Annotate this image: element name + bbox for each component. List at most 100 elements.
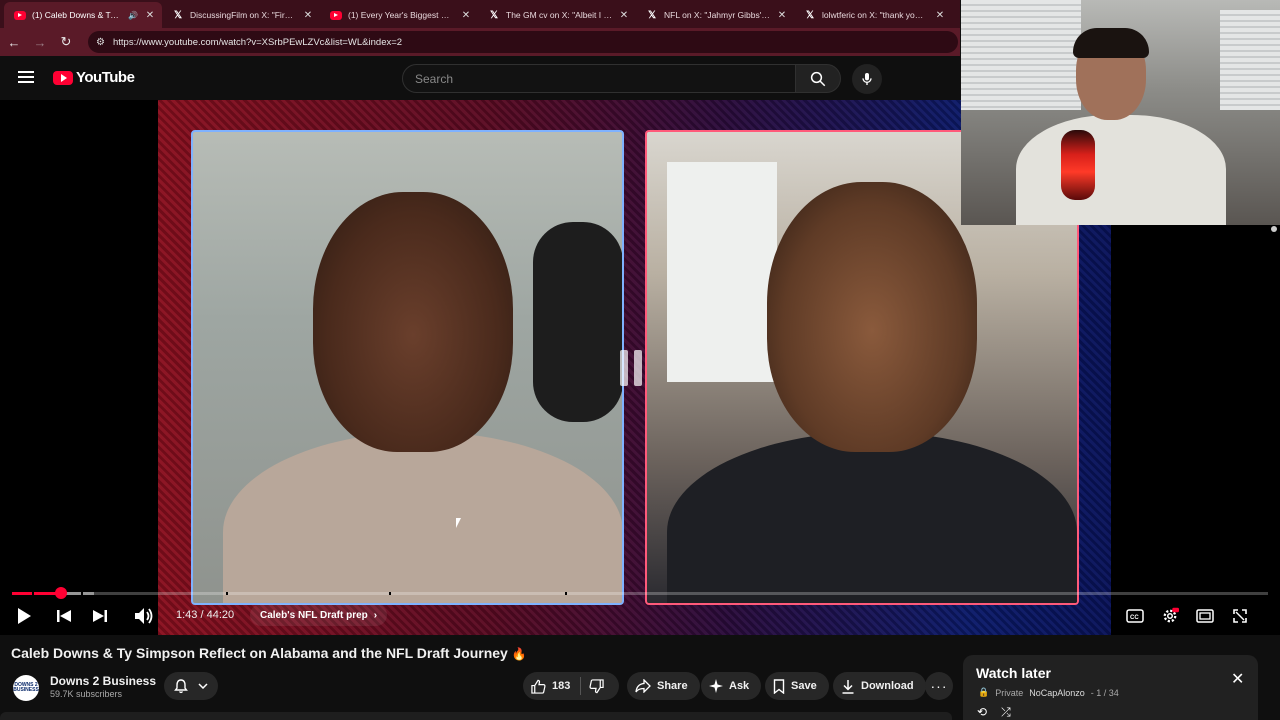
volume-icon	[135, 608, 153, 624]
scrubber-handle[interactable]	[54, 587, 67, 599]
playlist-position: - 1 / 34	[1090, 687, 1119, 698]
close-icon[interactable]: ✕	[618, 10, 630, 21]
voice-search-button[interactable]	[852, 64, 882, 94]
background-window	[667, 162, 777, 382]
share-label: Share	[657, 680, 688, 692]
video-title: Caleb Downs & Ty Simpson Reflect on Alab…	[11, 645, 527, 661]
search-button[interactable]	[795, 64, 841, 93]
save-label: Save	[791, 680, 817, 692]
next-icon	[93, 610, 107, 622]
site-info-icon[interactable]: ⚙	[96, 37, 105, 48]
playlist-controls: ⟲ ⤮	[977, 705, 1011, 720]
channel-name[interactable]: Downs 2 Business	[50, 674, 156, 688]
search-input[interactable]	[415, 71, 795, 86]
browser-tab-6[interactable]: 𝕏 lolwtferic on X: "thank you ever ✕	[794, 2, 952, 28]
logo-text: YouTube	[76, 69, 135, 86]
download-icon	[842, 679, 854, 694]
close-icon[interactable]: ✕	[776, 10, 788, 21]
video-panel-left	[191, 130, 624, 605]
forward-arrow-icon[interactable]: →	[32, 34, 48, 50]
youtube-icon	[14, 10, 26, 20]
loop-icon[interactable]: ⟲	[977, 705, 987, 720]
fullscreen-button[interactable]	[1228, 604, 1252, 628]
close-icon[interactable]: ✕	[302, 10, 314, 21]
description-box-edge	[0, 712, 952, 720]
search-box[interactable]	[402, 64, 796, 93]
address-bar-row: ← → ↻ ⚙ https://www.youtube.com/watch?v=…	[0, 28, 960, 56]
settings-button[interactable]	[1158, 604, 1182, 628]
avatar[interactable]: DOWNS 2 BUSINESS	[13, 675, 39, 701]
chapter-marker	[564, 592, 567, 595]
played-bar	[12, 592, 61, 595]
webcam-overlay	[961, 0, 1280, 225]
chapter-marker	[225, 592, 228, 595]
youtube-icon	[330, 10, 342, 20]
browser-tab-4[interactable]: 𝕏 The GM cv on X: "Albeit I don't ✕	[478, 2, 636, 28]
thumbs-up-icon	[531, 679, 546, 694]
chapter-label: Caleb's NFL Draft prep	[260, 609, 368, 621]
tab-title: NFL on X: "Jahmyr Gibbs' new t	[664, 10, 770, 20]
dislike-button[interactable]	[581, 672, 614, 700]
scrollbar-handle[interactable]	[1271, 226, 1277, 232]
browser-tab-5[interactable]: 𝕏 NFL on X: "Jahmyr Gibbs' new t ✕	[636, 2, 794, 28]
browser-tab-3[interactable]: (1) Every Year's Biggest NFL Dra ✕	[320, 2, 478, 28]
miniplayer-button[interactable]	[1193, 604, 1217, 628]
next-button[interactable]	[88, 604, 112, 628]
progress-bar[interactable]	[12, 587, 1268, 599]
notification-button[interactable]	[164, 672, 218, 700]
share-button[interactable]: Share	[627, 672, 700, 700]
close-icon[interactable]: ✕	[144, 10, 156, 21]
chevron-down-icon	[198, 683, 208, 689]
x-icon: 𝕏	[489, 9, 499, 21]
browser-tab-1[interactable]: (1) Caleb Downs & Ty Simp 🔊 ✕	[4, 2, 162, 28]
youtube-logo[interactable]: YouTube	[53, 69, 135, 86]
save-button[interactable]: Save	[765, 672, 829, 700]
close-icon[interactable]: ✕	[460, 10, 472, 21]
studio-microphone	[533, 222, 622, 422]
more-actions-button[interactable]: ···	[925, 672, 953, 700]
player-controls: 1:43 / 44:20 Caleb's NFL Draft prep › CC	[0, 600, 1280, 632]
tab-title: (1) Caleb Downs & Ty Simp	[32, 10, 123, 20]
privacy-label: Private	[995, 687, 1024, 698]
fullscreen-icon	[1233, 609, 1247, 623]
youtube-play-icon	[53, 70, 73, 85]
svg-text:CC: CC	[1130, 615, 1139, 621]
download-button[interactable]: Download	[833, 672, 926, 700]
playlist-title[interactable]: Watch later	[976, 665, 1051, 681]
like-count: 183	[552, 680, 571, 692]
menu-icon[interactable]	[18, 71, 34, 83]
previous-button[interactable]	[52, 604, 76, 628]
share-icon	[635, 679, 651, 693]
shuffle-icon[interactable]: ⤮	[1001, 705, 1011, 720]
url-field[interactable]: ⚙ https://www.youtube.com/watch?v=XSrbPE…	[88, 31, 958, 53]
window-blinds	[1220, 10, 1280, 110]
close-icon[interactable]: ✕	[1231, 669, 1244, 689]
window-blinds	[961, 0, 1081, 110]
volume-button[interactable]	[132, 604, 156, 628]
captions-button[interactable]: CC	[1123, 604, 1147, 628]
like-button[interactable]: 183	[523, 672, 580, 700]
sparkle-icon	[709, 679, 723, 693]
streamer-hair	[1073, 28, 1149, 58]
play-button[interactable]	[12, 604, 36, 628]
x-icon: 𝕏	[647, 9, 657, 21]
ask-button[interactable]: Ask	[701, 672, 762, 700]
chapter-marker	[388, 592, 391, 595]
gear-icon	[1163, 607, 1179, 623]
youtube-header: YouTube	[0, 56, 960, 100]
tab-title: lolwtferic on X: "thank you ever	[822, 10, 928, 20]
chevron-right-icon: ›	[373, 609, 378, 621]
reload-icon[interactable]: ↻	[58, 34, 74, 50]
browser-tab-2[interactable]: 𝕏 DiscussingFilm on X: "First traile ✕	[162, 2, 320, 28]
playlist-owner[interactable]: NoCapAlonzo	[1029, 688, 1085, 698]
subscriber-count: 59.7K subscribers	[50, 689, 123, 699]
speaker-icon[interactable]: 🔊	[128, 11, 138, 20]
mouse-cursor	[456, 518, 461, 528]
close-icon[interactable]: ✕	[934, 10, 946, 21]
pause-overlay-icon	[620, 350, 648, 386]
chapter-button[interactable]: Caleb's NFL Draft prep ›	[250, 604, 388, 626]
fire-icon: 🔥	[511, 647, 527, 661]
download-label: Download	[861, 680, 914, 692]
back-arrow-icon[interactable]: ←	[6, 34, 22, 50]
play-icon	[18, 608, 31, 624]
